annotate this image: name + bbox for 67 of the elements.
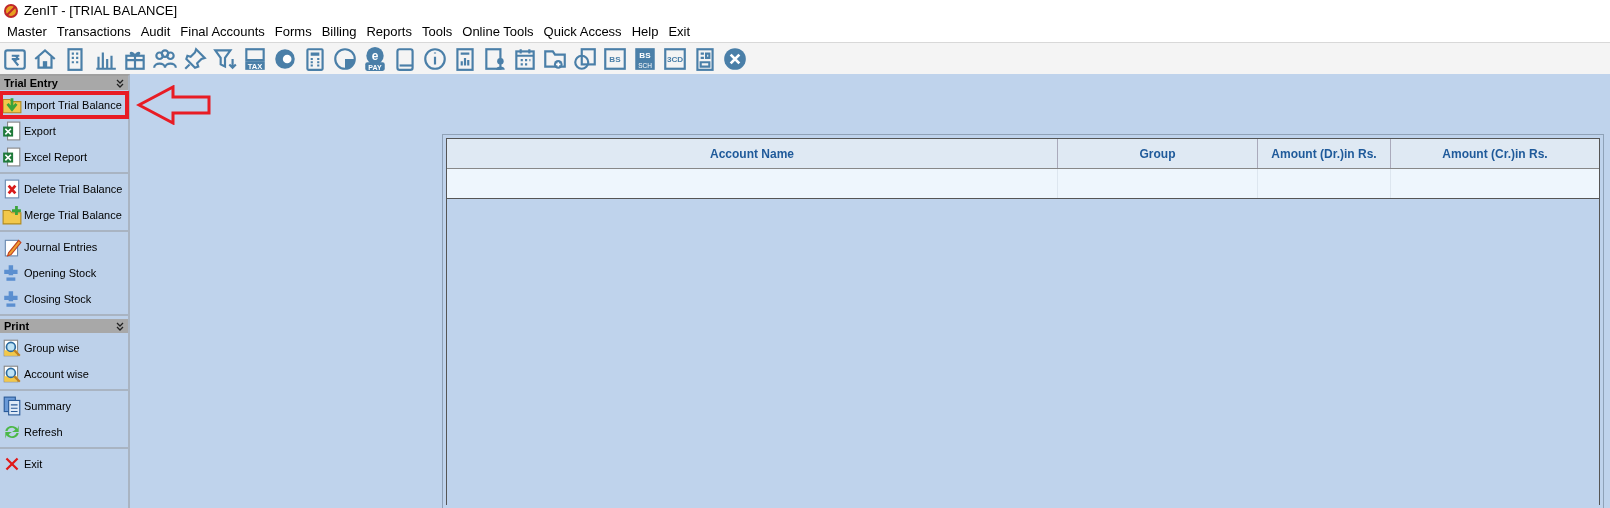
- sidebar-item[interactable]: Opening Stock: [0, 260, 128, 286]
- window-title: ZenIT - [TRIAL BALANCE]: [24, 2, 178, 21]
- menu-item[interactable]: Online Tools: [457, 23, 539, 41]
- spreadsheet-icon: [2, 147, 22, 167]
- menu-item[interactable]: Master: [2, 23, 52, 41]
- pencil-note-icon: [2, 237, 22, 257]
- menu-item[interactable]: Tools: [416, 23, 458, 41]
- sidebar-item[interactable]: Journal Entries: [0, 234, 128, 260]
- item-label: Merge Trial Balance: [24, 207, 122, 223]
- menu-item[interactable]: Transactions: [51, 23, 136, 41]
- sidebar-item[interactable]: Account wise: [0, 361, 128, 387]
- item-label: Excel Report: [24, 149, 87, 165]
- item-label: Account wise: [24, 366, 89, 382]
- menu-item[interactable]: Forms: [269, 23, 317, 41]
- item-label: Export: [24, 123, 56, 139]
- column-header[interactable]: Group: [1057, 139, 1257, 168]
- info-icon[interactable]: [422, 45, 448, 72]
- menu-item[interactable]: Final Accounts: [175, 23, 270, 41]
- sidebar-item[interactable]: Excel Report: [0, 144, 128, 170]
- menu-item[interactable]: Help: [626, 23, 664, 41]
- pie-chart-icon[interactable]: [332, 45, 358, 72]
- documents-icon: [2, 396, 22, 416]
- menu-item[interactable]: Exit: [663, 23, 696, 41]
- item-label: Summary: [24, 398, 72, 414]
- sidebar-item[interactable]: Exit: [0, 451, 128, 477]
- folder-import-icon: [2, 95, 22, 115]
- menu-item[interactable]: Billing: [316, 23, 362, 41]
- menu-item[interactable]: Audit: [135, 23, 176, 41]
- sidebar-item[interactable]: Refresh: [0, 419, 128, 445]
- item-label: Import Trial Balance: [24, 97, 122, 113]
- sidebar-item[interactable]: Summary: [0, 393, 128, 419]
- item-label: Journal Entries: [24, 239, 98, 255]
- section-header[interactable]: Print: [0, 319, 128, 333]
- menu-item[interactable]: Quick Access: [538, 23, 627, 41]
- item-label: Delete Trial Balance: [24, 181, 123, 197]
- section-header[interactable]: Trial Entry: [0, 76, 128, 90]
- pushpin-icon[interactable]: [182, 45, 208, 72]
- close-icon[interactable]: [722, 45, 748, 72]
- sidebar-item[interactable]: Import Trial Balance: [0, 92, 128, 118]
- folder-add-icon: [2, 205, 22, 225]
- item-label: Closing Stock: [24, 291, 92, 307]
- item-label: Opening Stock: [24, 265, 97, 281]
- collapse-icon[interactable]: [116, 321, 124, 331]
- sidebar-item[interactable]: Merge Trial Balance: [0, 202, 128, 228]
- app-logo-icon: [4, 4, 18, 18]
- section-title: Trial Entry: [4, 76, 58, 90]
- column-header[interactable]: Account Name: [447, 139, 1057, 168]
- item-label: Group wise: [24, 340, 80, 356]
- icon-label: e: [371, 48, 379, 63]
- column-header[interactable]: Amount (Cr.)in Rs.: [1390, 139, 1599, 168]
- item-label: Refresh: [24, 424, 63, 440]
- icon-label: TAX: [247, 61, 263, 71]
- sidebar-item[interactable]: Delete Trial Balance: [0, 176, 128, 202]
- sidebar-item[interactable]: Closing Stock: [0, 286, 128, 312]
- collapse-icon[interactable]: [116, 78, 124, 88]
- user-document-icon[interactable]: [482, 45, 508, 72]
- magnifier-document-icon: [2, 364, 22, 384]
- section-title: Print: [4, 319, 30, 333]
- item-label: Exit: [24, 456, 43, 472]
- sidebar-item[interactable]: Group wise: [0, 335, 128, 361]
- document-delete-icon: [2, 179, 22, 199]
- column-header[interactable]: Amount (Dr.)in Rs.: [1257, 139, 1390, 168]
- sidebar-item[interactable]: Export: [0, 118, 128, 144]
- spreadsheet-icon: [2, 121, 22, 141]
- copy-icon[interactable]: [572, 45, 598, 72]
- magnifier-document-icon: [2, 338, 22, 358]
- menu-item[interactable]: Reports: [361, 23, 417, 41]
